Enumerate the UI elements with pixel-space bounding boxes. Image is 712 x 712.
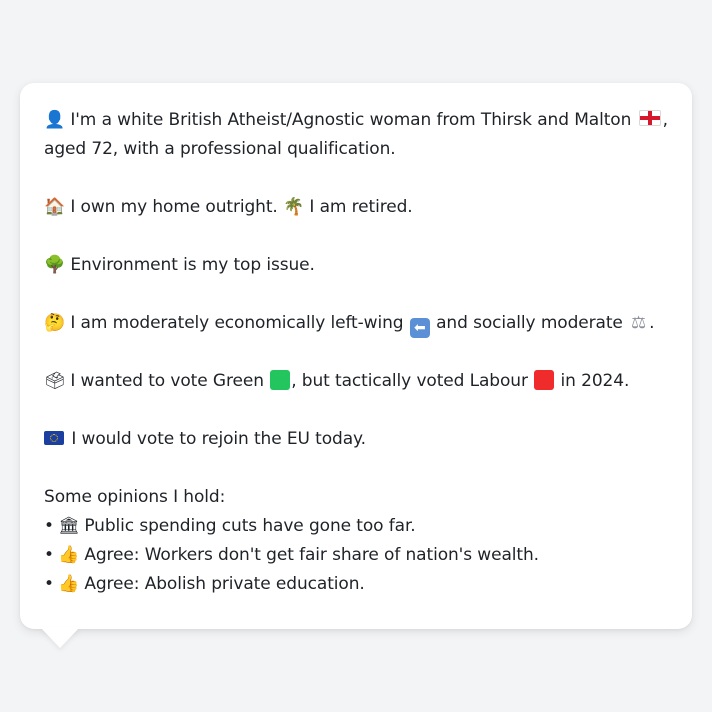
eu-flag-icon bbox=[44, 431, 64, 445]
vote-year-text: in 2024. bbox=[560, 371, 630, 391]
opinions-section: Some opinions I hold: • 🏛 Public spending… bbox=[44, 483, 670, 599]
retired-text: I am retired. bbox=[309, 197, 413, 217]
opinion-text: Public spending cuts have gone too far. bbox=[84, 516, 416, 536]
opinion-item: • 🏛 Public spending cuts have gone too fa… bbox=[44, 512, 670, 541]
profile-card: 👤 I'm a white British Atheist/Agnostic w… bbox=[20, 83, 692, 629]
green-square-icon bbox=[270, 370, 291, 390]
house-icon: 🏠 bbox=[44, 197, 66, 217]
economic-text: I am moderately economically left-wing bbox=[70, 313, 404, 333]
identity-text: I'm a white British Atheist/Agnostic wom… bbox=[70, 110, 632, 130]
vote-intent-text: I wanted to vote Green bbox=[70, 371, 264, 391]
palm-tree-icon: 🌴 bbox=[283, 197, 305, 217]
opinion-text: Agree: Abolish private education. bbox=[84, 574, 365, 594]
tree-icon: 🌳 bbox=[44, 255, 66, 275]
speech-bubble-tail bbox=[40, 627, 80, 648]
left-arrow-icon: ⬅ bbox=[409, 318, 430, 338]
social-text: and socially moderate bbox=[436, 313, 623, 333]
identity-line-2: aged 72, with a professional qualificati… bbox=[44, 139, 396, 159]
opinion-text: Agree: Workers don't get fair share of n… bbox=[84, 545, 539, 565]
identity-line-1: 👤 I'm a white British Atheist/Agnostic w… bbox=[44, 106, 670, 135]
ballot-box-icon: 🗳 bbox=[44, 371, 66, 391]
england-flag-icon bbox=[638, 110, 661, 126]
opinion-item: • 👍 Agree: Abolish private education. bbox=[44, 570, 670, 599]
bullet: • bbox=[44, 574, 54, 594]
bust-silhouette-icon: 👤 bbox=[44, 110, 66, 130]
politics-period: . bbox=[649, 313, 655, 333]
bullet: • bbox=[44, 516, 54, 536]
eu-paragraph: I would vote to rejoin the EU today. bbox=[44, 425, 670, 454]
thinking-face-icon: 🤔 bbox=[44, 313, 66, 333]
issue-paragraph: 🌳 Environment is my top issue. bbox=[44, 251, 670, 280]
identity-paragraph: 👤 I'm a white British Atheist/Agnostic w… bbox=[44, 106, 670, 164]
classical-building-icon: 🏛 bbox=[58, 516, 80, 536]
red-square-icon bbox=[534, 370, 555, 390]
balance-scale-icon: ⚖ bbox=[631, 313, 647, 333]
identity-comma: , bbox=[662, 110, 668, 130]
opinion-item: • 👍 Agree: Workers don't get fair share o… bbox=[44, 541, 670, 570]
tactical-vote-text: , but tactically voted Labour bbox=[291, 371, 528, 391]
eu-text: I would vote to rejoin the EU today. bbox=[71, 429, 366, 449]
thumbs-up-icon: 👍 bbox=[58, 574, 80, 594]
issue-text: Environment is my top issue. bbox=[70, 255, 315, 275]
bullet: • bbox=[44, 545, 54, 565]
vote-paragraph: 🗳 I wanted to vote Green , but tacticall… bbox=[44, 367, 670, 396]
politics-paragraph: 🤔 I am moderately economically left-wing… bbox=[44, 309, 670, 338]
opinions-heading: Some opinions I hold: bbox=[44, 487, 226, 507]
housing-paragraph: 🏠 I own my home outright. 🌴 I am retired… bbox=[44, 193, 670, 222]
thumbs-up-icon: 👍 bbox=[58, 545, 80, 565]
housing-text: I own my home outright. bbox=[70, 197, 278, 217]
